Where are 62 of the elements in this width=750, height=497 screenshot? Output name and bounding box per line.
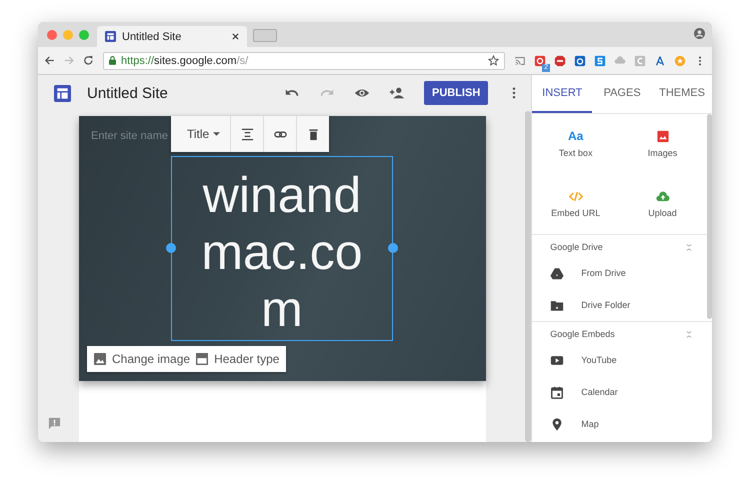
image-icon [656,130,670,143]
insert-list-item[interactable]: Map [532,408,706,440]
cloud-upload-icon [656,190,670,203]
extension-icon[interactable] [594,54,606,66]
header-option-button[interactable]: Header type [193,347,282,371]
code-brackets-icon [568,190,583,203]
collapse-chevron-icon[interactable] [686,242,692,252]
insert-list-item[interactable]: Calendar [532,376,706,408]
image-icon [94,353,106,365]
insert-tile[interactable]: Images [619,114,706,174]
header-option-button[interactable]: Change image [91,347,194,371]
add-person-icon[interactable] [388,85,405,101]
resize-handle[interactable] [166,243,176,253]
style-dropdown[interactable]: Title [171,116,230,152]
insert-list-item[interactable]: From Drive [532,257,706,289]
back-icon[interactable] [44,55,55,66]
lock-icon [109,56,116,65]
text-box-icon: Aa [568,130,584,143]
caret-icon [213,132,220,136]
stop-sign-icon[interactable] [554,54,566,66]
section-title: Google Embeds [550,329,615,339]
cast-icon[interactable] [514,54,526,66]
insert-tile[interactable]: Upload [619,174,706,234]
drive-triangle-icon [550,266,564,280]
align-center-icon[interactable] [240,128,254,140]
folder-icon [550,298,564,312]
trash-icon[interactable] [306,128,320,140]
scrollbar[interactable] [707,114,712,319]
close-window-button[interactable] [47,30,57,40]
publish-button[interactable]: PUBLISH [424,81,488,105]
panel-tab[interactable]: PAGES [592,75,652,113]
address-bar[interactable]: https://sites.google.com/s/ [103,52,505,70]
url-text: https://sites.google.com/s/ [121,54,250,66]
insert-tile[interactable]: Aa Text box [532,114,620,174]
tab-title: Untitled Site [122,30,182,42]
insert-tile[interactable]: Embed URL [532,174,620,234]
section-title: Google Drive [550,242,603,252]
extension-icon[interactable] [534,54,546,66]
insert-list-item[interactable]: Drive Folder [532,289,706,321]
extension-icon[interactable] [654,54,666,66]
calendar-icon [550,386,564,398]
panel-tab[interactable]: THEMES [652,75,712,113]
resize-handle[interactable] [388,243,398,253]
site-layout-icon [105,31,116,42]
collapse-chevron-icon[interactable] [686,330,692,338]
scrollbar[interactable] [525,111,532,442]
profile-icon[interactable] [694,28,705,39]
browser-tab[interactable]: Untitled Site [97,26,247,47]
close-icon[interactable] [232,33,239,40]
panel-tab[interactable]: INSERT [532,75,592,113]
extension-icon[interactable] [574,54,586,66]
site-title-text: winandmac.com [200,167,364,339]
site-title[interactable]: Untitled Site [87,84,168,102]
reload-icon[interactable] [83,55,94,66]
video-play-icon [550,354,564,366]
map-pin-icon [550,418,564,430]
feedback-icon[interactable] [48,417,61,430]
site-layout-icon[interactable] [54,84,71,102]
bookmark-star-icon[interactable] [488,55,499,66]
insert-list-item[interactable]: YouTube [532,344,706,376]
title-text-box[interactable]: winandmac.com [171,156,393,341]
header-layout-icon [196,353,208,365]
